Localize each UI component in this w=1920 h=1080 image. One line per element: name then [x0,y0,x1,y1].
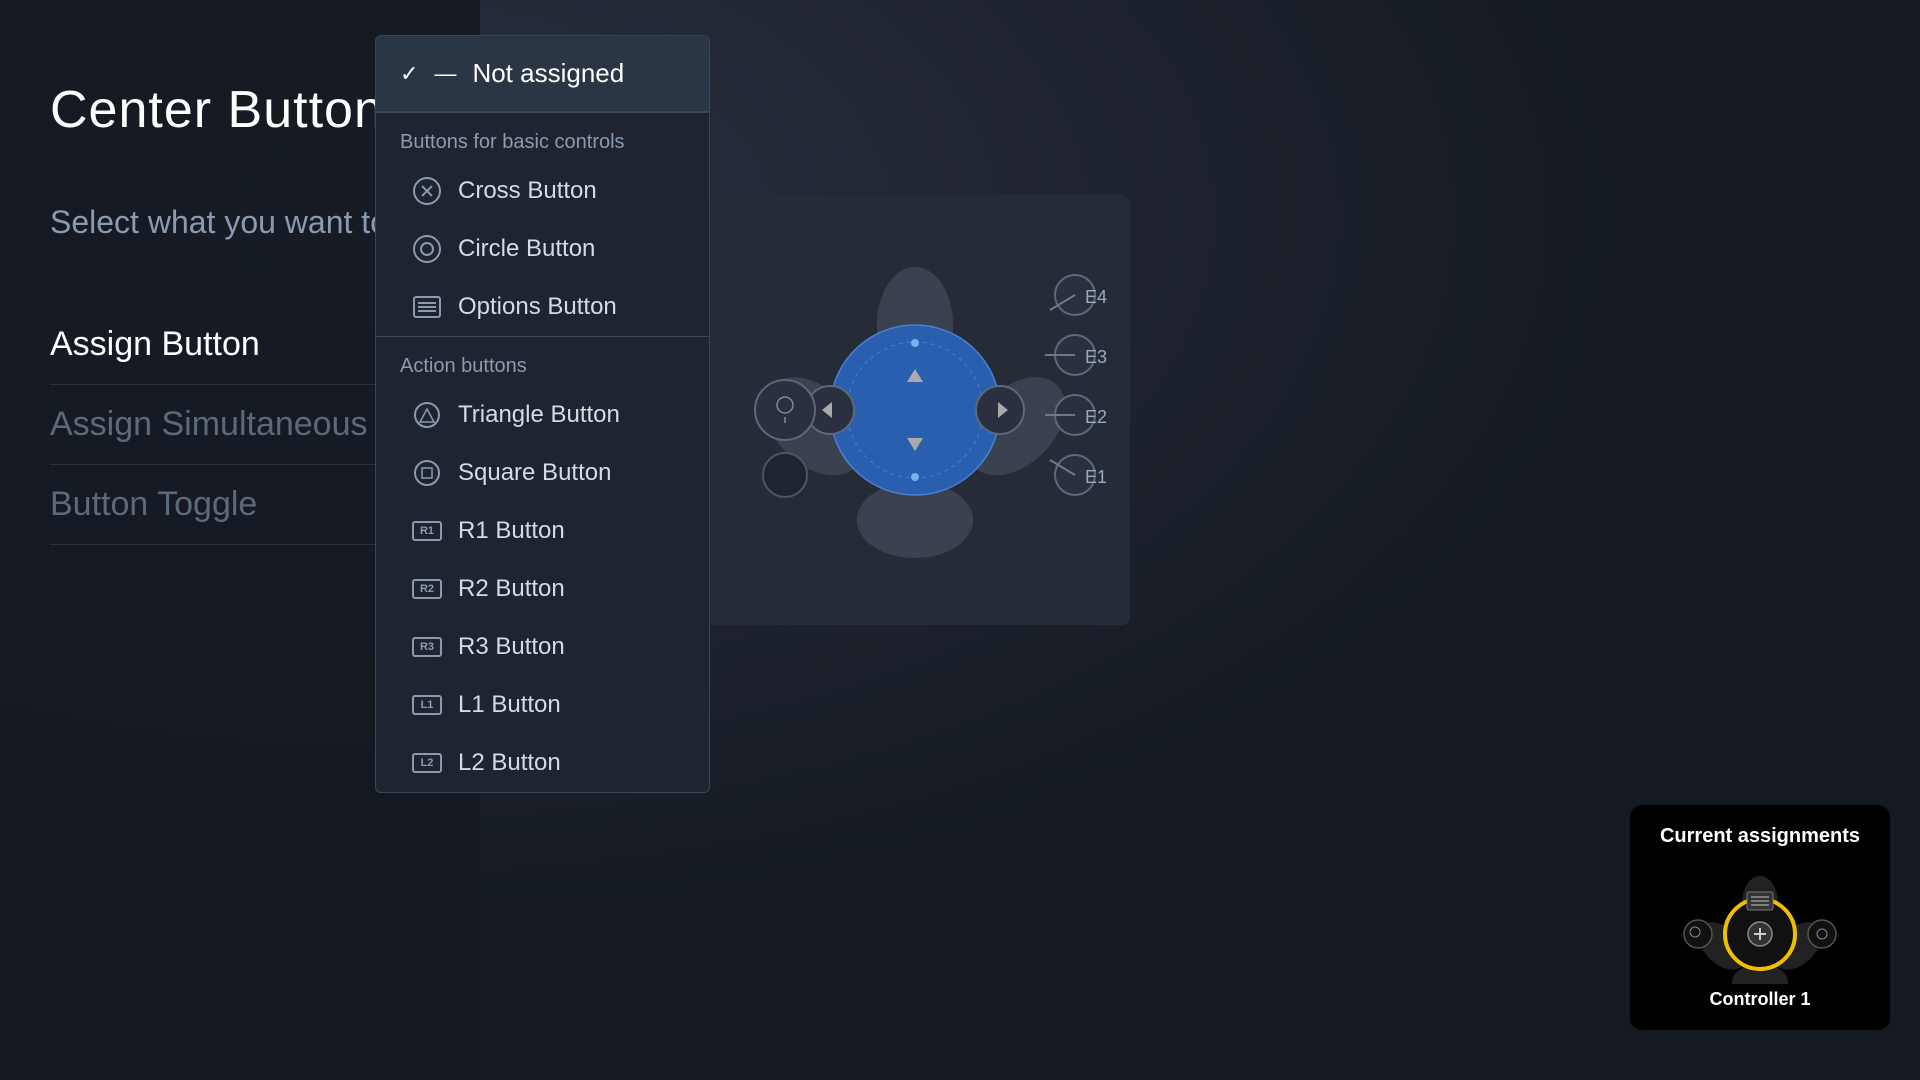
select-description: Select what you want to a [50,200,430,245]
menu-item-assign-simultaneous[interactable]: Assign Simultaneous Pre [50,385,430,465]
dropdown-item-r3-button[interactable]: R3 R3 Button [376,618,709,676]
svg-text:E1: E1 [1085,467,1107,487]
circle-button-icon [412,234,442,264]
dropdown-item-l2-button[interactable]: L2 L2 Button [376,734,709,792]
circle-button-label: Circle Button [458,235,595,263]
dropdown-item-square-button[interactable]: Square Button [376,444,709,502]
dropdown-not-assigned-item[interactable]: ✓ — Not assigned [376,36,709,112]
dropdown-item-r2-button[interactable]: R2 R2 Button [376,560,709,618]
triangle-button-label: Triangle Button [458,401,620,429]
r3-button-label: R3 Button [458,633,565,661]
svg-text:E2: E2 [1085,407,1107,427]
r2-button-label: R2 Button [458,575,565,603]
menu-item-button-toggle[interactable]: Button Toggle [50,465,430,545]
section-label-action-buttons: Action buttons [376,337,709,386]
r2-button-icon: R2 [412,574,442,604]
menu-item-assign-button[interactable]: Assign Button [50,305,430,385]
l2-button-label: L2 Button [458,749,561,777]
dropdown-item-cross-button[interactable]: Cross Button [376,162,709,220]
r1-button-label: R1 Button [458,517,565,545]
mini-controller-svg [1660,864,1860,984]
cross-button-icon [412,176,442,206]
options-button-label: Options Button [458,293,617,321]
controller-label: Controller 1 [1650,989,1870,1010]
controller-diagram-area: E4 E3 E2 E1 [700,195,1130,625]
page-title: Center Button [50,80,430,140]
r1-button-icon: R1 [412,516,442,546]
dropdown-panel: ✓ — Not assigned Buttons for basic contr… [375,35,710,793]
l1-button-icon: L1 [412,690,442,720]
not-assigned-label: Not assigned [472,58,624,89]
cross-button-label: Cross Button [458,177,597,205]
r3-button-icon: R3 [412,632,442,662]
dropdown-item-triangle-button[interactable]: Triangle Button [376,386,709,444]
svg-text:E4: E4 [1085,287,1107,307]
options-button-icon [412,292,442,322]
l2-button-icon: L2 [412,748,442,778]
dropdown-item-options-button[interactable]: Options Button [376,278,709,336]
dropdown-item-circle-button[interactable]: Circle Button [376,220,709,278]
dash-icon: — [434,61,456,87]
controller-svg: E4 E3 E2 E1 [700,195,1130,625]
dropdown-item-l1-button[interactable]: L1 L1 Button [376,676,709,734]
svg-text:E3: E3 [1085,347,1107,367]
checkmark-icon: ✓ [400,61,418,87]
section-label-basic-controls: Buttons for basic controls [376,113,709,162]
square-button-label: Square Button [458,459,611,487]
square-button-icon [412,458,442,488]
current-assignments-panel: Current assignments Controller 1 [1630,805,1890,1030]
triangle-button-icon [412,400,442,430]
current-assignments-title: Current assignments [1650,825,1870,848]
dropdown-item-r1-button[interactable]: R1 R1 Button [376,502,709,560]
l1-button-label: L1 Button [458,691,561,719]
